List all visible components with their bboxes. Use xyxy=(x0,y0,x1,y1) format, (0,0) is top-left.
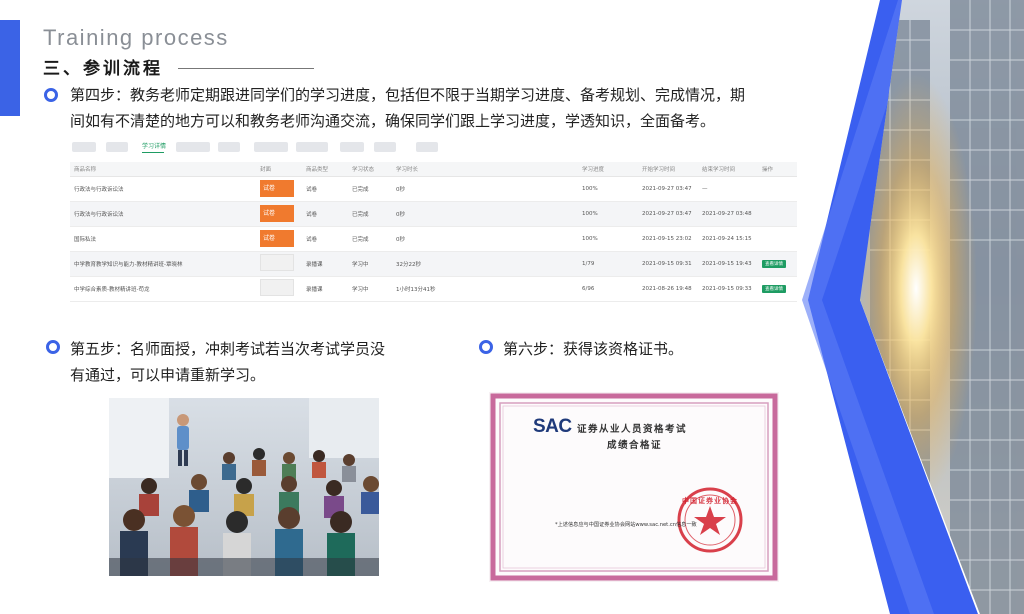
table-row: 行政法与行政诉讼法 试卷 试卷 已完成 0秒 100% 2021-09-27 0… xyxy=(70,201,797,227)
tab-study-details[interactable]: 学习详情 xyxy=(142,141,166,150)
tab-active-indicator xyxy=(142,152,164,153)
cover-thumbnail: 试卷 xyxy=(260,205,294,222)
cell-status: 已完成 xyxy=(348,226,392,252)
bullet-icon xyxy=(46,340,60,354)
cell-status: 已完成 xyxy=(348,201,392,227)
cell-start: 2021-09-15 23:02 xyxy=(638,226,698,252)
cell-name: 国际私法 xyxy=(70,226,256,252)
study-table: 商品名称 封面 商品类型 学习状态 学习时长 学习进度 开始学习时间 结束学习时… xyxy=(70,162,797,302)
column-header: 商品类型 xyxy=(302,162,348,177)
step4-text: 第四步：教务老师定期跟进同学们的学习进度，包括但不限于当期学习进度、备考规划、完… xyxy=(70,82,830,134)
column-header: 商品名称 xyxy=(70,162,256,177)
cell-name: 行政法与行政诉讼法 xyxy=(70,176,256,202)
cell-duration: 0秒 xyxy=(392,176,578,202)
certificate-image: SAC 证券从业人员资格考试 成绩合格证 *上述信息应与中国证券业协会网站www… xyxy=(489,392,779,582)
title-underline xyxy=(178,68,314,69)
step5-text: 第五步：名师面授，冲刺考试若当次考试学员没 有通过，可以申请重新学习。 xyxy=(70,336,440,388)
blurred-tab xyxy=(176,142,210,152)
seal-text: 中国证券业协会 xyxy=(682,497,738,505)
cover-thumbnail xyxy=(260,254,294,271)
cell-end: 2021-09-27 03:48 xyxy=(698,201,758,227)
section-title: 三、参训流程 xyxy=(43,59,163,79)
cell-end: 2021-09-24 15:15 xyxy=(698,226,758,252)
tab-bar: 学习详情 xyxy=(70,136,797,160)
cell-start: 2021-09-27 03:47 xyxy=(638,201,698,227)
cell-name: 中学教育教学知识与能力-教材精讲班-覃晓林 xyxy=(70,251,256,277)
certificate-footnote: *上述信息应与中国证券业协会网站www.sac.net.cn信息一致 xyxy=(555,522,697,528)
step4-line1: 第四步：教务老师定期跟进同学们的学习进度，包括但不限于当期学习进度、备考规划、完… xyxy=(70,86,746,104)
classroom-photo xyxy=(109,398,379,576)
cell-start: 2021-09-27 03:47 xyxy=(638,176,698,202)
cell-progress: 6/96 xyxy=(578,276,638,302)
cover-thumbnail: 试卷 xyxy=(260,230,294,247)
building-decoration xyxy=(790,0,1024,614)
view-details-button[interactable]: 查看详情 xyxy=(762,259,786,268)
cell-progress: 100% xyxy=(578,201,638,227)
step5-line1: 第五步：名师面授，冲刺考试若当次考试学员没 xyxy=(70,340,386,358)
table-row: 中学综合素质-教材精讲班-苟龙 录播课 学习中 1小时13分41秒 6/96 2… xyxy=(70,276,797,302)
cell-start: 2021-09-15 09:31 xyxy=(638,251,698,277)
cell-duration: 0秒 xyxy=(392,226,578,252)
column-header: 学习时长 xyxy=(392,162,578,177)
cell-type: 录播课 xyxy=(302,251,348,277)
blurred-tab xyxy=(416,142,438,152)
accent-bar xyxy=(0,20,20,116)
column-header: 结束学习时间 xyxy=(698,162,758,177)
blurred-tab xyxy=(218,142,240,152)
cell-status: 学习中 xyxy=(348,276,392,302)
step5-line2: 有通过，可以申请重新学习。 xyxy=(70,366,266,384)
english-title: Training process xyxy=(43,25,229,50)
cell-duration: 32分22秒 xyxy=(392,251,578,277)
cell-progress: 100% xyxy=(578,176,638,202)
cell-status: 学习中 xyxy=(348,251,392,277)
cell-type: 试卷 xyxy=(302,226,348,252)
cell-end: 2021-09-15 09:33 xyxy=(698,276,758,302)
cell-type: 录播课 xyxy=(302,276,348,302)
certificate-title: 证券从业人员资格考试 xyxy=(577,424,688,435)
column-header: 学习进度 xyxy=(578,162,638,177)
cell-start: 2021-08-26 19:48 xyxy=(638,276,698,302)
cell-progress: 100% xyxy=(578,226,638,252)
blurred-tab xyxy=(106,142,128,152)
cell-type: 试卷 xyxy=(302,201,348,227)
classroom-illustration xyxy=(109,398,379,576)
blurred-tab xyxy=(296,142,328,152)
blurred-tab xyxy=(254,142,288,152)
blurred-tab xyxy=(72,142,96,152)
step4-line2: 间如有不清楚的地方可以和教务老师沟通交流，确保同学们跟上学习进度，学透知识，全面… xyxy=(70,112,716,130)
bullet-icon xyxy=(479,340,493,354)
blurred-tab xyxy=(340,142,364,152)
table-row: 行政法与行政诉讼法 试卷 试卷 已完成 0秒 100% 2021-09-27 0… xyxy=(70,176,797,202)
cell-end: 2021-09-15 19:43 xyxy=(698,251,758,277)
step6-text: 第六步：获得该资格证书。 xyxy=(503,340,684,358)
table-header-row: 商品名称 封面 商品类型 学习状态 学习时长 学习进度 开始学习时间 结束学习时… xyxy=(70,162,797,177)
blurred-tab xyxy=(374,142,396,152)
bullet-icon xyxy=(44,88,58,102)
cell-name: 中学综合素质-教材精讲班-苟龙 xyxy=(70,276,256,302)
cell-duration: 0秒 xyxy=(392,201,578,227)
building-illustration xyxy=(802,0,1024,614)
table-row: 国际私法 试卷 试卷 已完成 0秒 100% 2021-09-15 23:02 … xyxy=(70,226,797,252)
cover-thumbnail xyxy=(260,279,294,296)
cell-type: 试卷 xyxy=(302,176,348,202)
cell-progress: 1/79 xyxy=(578,251,638,277)
view-details-button[interactable]: 查看详情 xyxy=(762,284,786,293)
column-header: 开始学习时间 xyxy=(638,162,698,177)
cell-name: 行政法与行政诉讼法 xyxy=(70,201,256,227)
cell-end: — xyxy=(698,176,758,202)
table-row: 中学教育教学知识与能力-教材精讲班-覃晓林 录播课 学习中 32分22秒 1/7… xyxy=(70,251,797,277)
certificate-subtitle: 成绩合格证 xyxy=(607,440,663,451)
cell-status: 已完成 xyxy=(348,176,392,202)
column-header: 学习状态 xyxy=(348,162,392,177)
certificate-logo: SAC xyxy=(533,416,572,437)
column-header: 封面 xyxy=(256,162,302,177)
cell-duration: 1小时13分41秒 xyxy=(392,276,578,302)
cover-thumbnail: 试卷 xyxy=(260,180,294,197)
study-progress-screenshot: 学习详情 商品名称 封面 商品类型 学习状态 学习时长 学习进度 开始学习时间 … xyxy=(70,136,797,326)
